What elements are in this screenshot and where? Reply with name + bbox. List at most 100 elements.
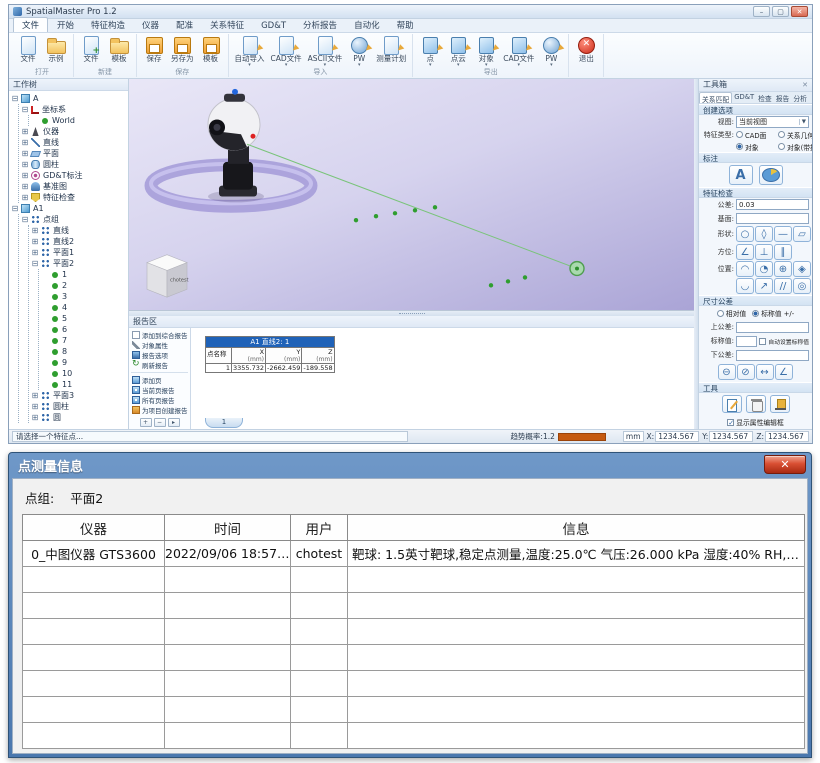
expand-icon[interactable]: ⊞ [31,227,39,235]
tree-item-平面2[interactable]: ⊟平面2 [31,258,128,269]
tree-item-9[interactable]: 9 [41,357,128,368]
tree-item-直线[interactable]: ⊞直线 [21,137,128,148]
pie-chart-button[interactable] [759,165,783,185]
dimension-symbol-0[interactable]: ⊖ [718,364,736,380]
tree-item-平面1[interactable]: ⊞平面1 [31,247,128,258]
position-symbol-3[interactable]: ◈ [793,261,811,277]
tree-item-直线2[interactable]: ⊞直线2 [31,236,128,247]
lower-tolerance-input[interactable] [736,350,809,361]
collapse-icon[interactable]: ⊟ [21,106,29,114]
pager-button-2[interactable]: ▸ [168,418,180,427]
collapse-icon[interactable]: ⊟ [31,260,39,268]
measured-point[interactable] [523,275,527,279]
dialog-empty-row[interactable] [23,723,805,749]
ribbon-button-保存[interactable]: 保存 [140,34,168,63]
dialog-empty-row[interactable] [23,567,805,593]
menu-tab-帮助[interactable]: 帮助 [389,18,422,32]
tree-item-平面[interactable]: ⊞平面 [21,148,128,159]
dim-tol-option-相对值[interactable]: 相对值 [717,308,746,318]
ribbon-button-PW[interactable]: PW▾ [345,34,373,67]
toolbox-close-icon[interactable]: ✕ [802,81,808,89]
position-symbol-0[interactable]: ◠ [736,261,754,277]
collapse-icon[interactable]: ⊟ [21,216,29,224]
ribbon-button-模板[interactable]: 模板 [105,34,133,63]
position-symbol-2[interactable]: ⊕ [774,261,792,277]
tree-item-直线[interactable]: ⊞直线 [31,225,128,236]
measured-point[interactable] [506,279,510,283]
instrument-tool-button[interactable] [770,395,790,413]
menu-tab-特征构造[interactable]: 特征构造 [83,18,133,32]
menu-tab-自动化[interactable]: 自动化 [346,18,388,32]
tree-item-圆柱[interactable]: ⊞圆柱 [21,159,128,170]
expand-icon[interactable]: ⊞ [21,150,29,158]
edit-report-button[interactable] [722,395,742,413]
report-action-添加页[interactable]: 添加页 [130,375,189,385]
tree-item-7[interactable]: 7 [41,335,128,346]
toolbox-tab-关系匹配[interactable]: 关系匹配 [699,92,732,103]
menu-tab-分析报告[interactable]: 分析报告 [295,18,345,32]
maximize-button[interactable]: ▢ [772,6,789,17]
shape-symbol-3[interactable]: ▱ [793,226,811,242]
tree-item-1[interactable]: 1 [41,269,128,280]
measured-point[interactable] [413,208,417,212]
menu-tab-关系特征[interactable]: 关系特征 [202,18,252,32]
report-action-对象属性[interactable]: 对象属性 [130,340,189,350]
tree-item-特征检查[interactable]: ⊞特征检查 [21,192,128,203]
ribbon-button-示例[interactable]: 示例 [42,34,70,63]
dialog-empty-row[interactable] [23,593,805,619]
show-property-editor-checkbox[interactable] [727,419,734,426]
expand-icon[interactable]: ⊞ [21,183,29,191]
report-action-添加到综合报告[interactable]: 添加到综合报告 [130,330,189,340]
dialog-empty-row[interactable] [23,619,805,645]
measured-point[interactable] [489,283,493,287]
ribbon-button-测量计划[interactable]: 测量计划 [373,34,409,63]
tree-item-圆[interactable]: ⊞圆 [31,412,128,423]
tree-item-A[interactable]: ⊟A [11,93,128,104]
dialog-table-row[interactable]: 0_中图仪器 GTS36002022/09/06 18:57:44chotest… [23,541,805,567]
ribbon-button-ASCII文件[interactable]: ASCII文件▾ [305,34,346,67]
label-annotation-button[interactable]: A [729,165,753,185]
tree-item-10[interactable]: 10 [41,368,128,379]
ribbon-button-文件[interactable]: 文件 [77,34,105,63]
tree-item-5[interactable]: 5 [41,313,128,324]
dialog-empty-row[interactable] [23,645,805,671]
ribbon-button-点云[interactable]: 点云▾ [444,34,472,67]
position2-symbol-3[interactable]: ◎ [793,278,811,294]
ribbon-button-退出[interactable]: 退出 [572,34,600,63]
ribbon-button-对象[interactable]: 对象▾ [472,34,500,67]
toolbox-tab-检查[interactable]: 检查 [756,92,774,103]
expand-icon[interactable]: ⊞ [21,194,29,202]
expand-icon[interactable]: ⊞ [31,249,39,257]
report-page-tab[interactable]: 1 [205,418,243,428]
report-action-为项目创建报告[interactable]: 为项目创建报告 [130,405,189,415]
expand-icon[interactable]: ⊞ [21,172,29,180]
toolbox-tab-报告[interactable]: 报告 [774,92,792,103]
feature-type-option-对象(带拟合)[interactable]: 对象(带拟合) [778,142,812,152]
tree-item-坐标系[interactable]: ⊟坐标系 [21,104,128,115]
nominal-input[interactable] [736,336,757,347]
toolbox-tab-分析[interactable]: 分析 [791,92,809,103]
unit-field[interactable]: mm [623,431,644,442]
upper-tolerance-input[interactable] [736,322,809,333]
close-button[interactable]: ✕ [791,6,808,17]
report-action-刷新报告[interactable]: 刷新报告 [130,360,189,370]
tree-item-GD&T标注[interactable]: ⊞GD&T标注 [21,170,128,181]
measured-point[interactable] [374,214,378,218]
auto-nominal-checkbox[interactable] [759,338,766,345]
tree-item-2[interactable]: 2 [41,280,128,291]
shape-symbol-2[interactable]: — [774,226,792,242]
feature-type-option-对象[interactable]: 对象 [736,142,778,152]
ribbon-button-CAD文件[interactable]: CAD文件▾ [268,34,305,67]
menu-tab-仪器[interactable]: 仪器 [134,18,167,32]
expand-icon[interactable]: ⊞ [21,161,29,169]
feature-type-option-CAD面[interactable]: CAD面 [736,130,778,140]
ribbon-button-自动导入[interactable]: 自动导入▾ [232,34,268,67]
laser-tracker-model[interactable] [208,89,260,197]
tolerance-input[interactable]: 0.03 [736,199,809,210]
orientation-symbol-2[interactable]: ∥ [774,244,792,260]
report-action-当前页报告[interactable]: 当前页报告 [130,385,189,395]
menu-tab-开始[interactable]: 开始 [49,18,82,32]
measured-point[interactable] [433,205,437,209]
collapse-icon[interactable]: ⊟ [11,95,19,103]
view-dropdown[interactable]: 当前视图 ▼ [736,116,809,128]
